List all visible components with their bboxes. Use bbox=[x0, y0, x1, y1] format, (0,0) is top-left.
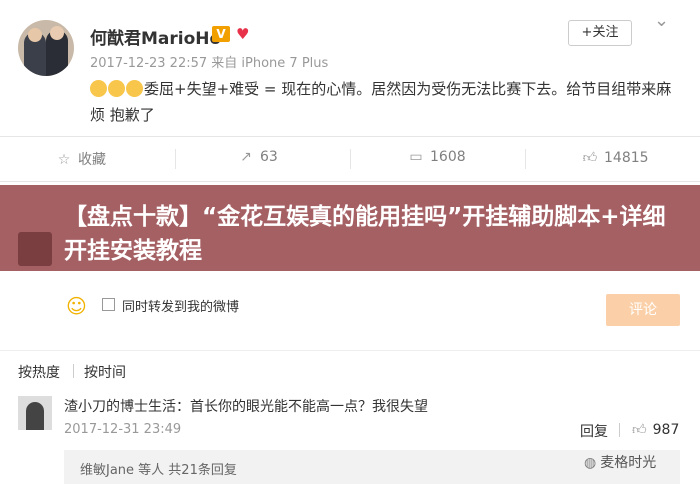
post-text: 委屈+失望+难受 = 现在的心情。居然因为受伤无法比赛下去。给节目组带来麻烦 抱… bbox=[90, 80, 672, 124]
comment-like-button[interactable]: 👍︎ 987 bbox=[632, 421, 679, 438]
thumbs-up-icon: 👍︎ bbox=[632, 422, 647, 438]
post-meta: 2017-12-23 22:57 来自 iPhone 7 Plus bbox=[90, 56, 329, 71]
watermark: ◍ 麦格时光 bbox=[584, 452, 656, 472]
like-button[interactable]: 👍︎ 14815 bbox=[582, 149, 649, 166]
favorite-button[interactable]: ☆ 收藏 bbox=[56, 149, 106, 169]
sort-by-time[interactable]: 按时间 bbox=[84, 362, 126, 382]
also-post-checkbox[interactable] bbox=[102, 298, 115, 311]
banner-title[interactable]: 【盘点十款】“金花互娱真的能用挂吗”开挂辅助脚本+详细开挂安装教程 bbox=[64, 200, 684, 268]
post-content: 委屈+失望+难受 = 现在的心情。居然因为受伤无法比赛下去。给节目组带来麻烦 抱… bbox=[90, 76, 680, 128]
grimace-emoji-icon bbox=[108, 80, 125, 97]
grimace-emoji-icon bbox=[90, 80, 107, 97]
sub-replies-text[interactable]: 维敏Jane 等人 共21条回复 bbox=[80, 459, 237, 478]
comment-button[interactable]: ▭ 1608 bbox=[408, 149, 466, 165]
comment-icon: ▭ bbox=[409, 149, 423, 165]
sort-by-hot[interactable]: 按热度 bbox=[18, 362, 60, 382]
grimace-emoji-icon bbox=[126, 80, 143, 97]
reply-button[interactable]: 回复 bbox=[580, 421, 608, 441]
wechat-icon: ◍ bbox=[584, 455, 597, 471]
emoji-picker-icon[interactable]: ☺ bbox=[66, 294, 87, 318]
submit-comment-button[interactable]: 评论 bbox=[606, 294, 680, 326]
comment-count: 1608 bbox=[430, 149, 466, 165]
star-icon: ☆ bbox=[57, 152, 71, 168]
favorite-label: 收藏 bbox=[78, 152, 106, 168]
share-icon: ↗ bbox=[240, 149, 252, 165]
watermark-text: 麦格时光 bbox=[600, 455, 657, 471]
heart-icon: ♥ bbox=[236, 25, 250, 43]
comment-text: 渣小刀的博士生活：首长你的眼光能不能高一点？我很失望 bbox=[64, 399, 428, 415]
share-count: 63 bbox=[260, 149, 278, 165]
follow-button[interactable]: +关注 bbox=[568, 20, 632, 46]
verified-badge-icon: V bbox=[212, 26, 230, 42]
commenter-avatar[interactable] bbox=[18, 396, 52, 430]
action-bar: ☆ 收藏 ↗ 63 ▭ 1608 👍︎ 14815 bbox=[0, 136, 700, 182]
author-name[interactable]: 何猷君MarioHo bbox=[90, 24, 221, 49]
comment-time: 2017-12-31 23:49 bbox=[64, 422, 182, 437]
commenter-thumbnail bbox=[18, 232, 52, 266]
like-count: 14815 bbox=[604, 150, 649, 166]
chevron-down-icon[interactable]: ⌄ bbox=[654, 10, 669, 31]
also-post-label: 同时转发到我的微博 bbox=[122, 300, 240, 315]
author-avatar[interactable] bbox=[18, 20, 74, 76]
weibo-post-card: 何猷君MarioHo V ♥ 2017-12-23 22:57 来自 iPhon… bbox=[0, 0, 700, 490]
share-button[interactable]: ↗ 63 bbox=[238, 149, 278, 165]
comment-like-count: 987 bbox=[652, 422, 680, 438]
thumbs-up-icon: 👍︎ bbox=[582, 150, 598, 166]
